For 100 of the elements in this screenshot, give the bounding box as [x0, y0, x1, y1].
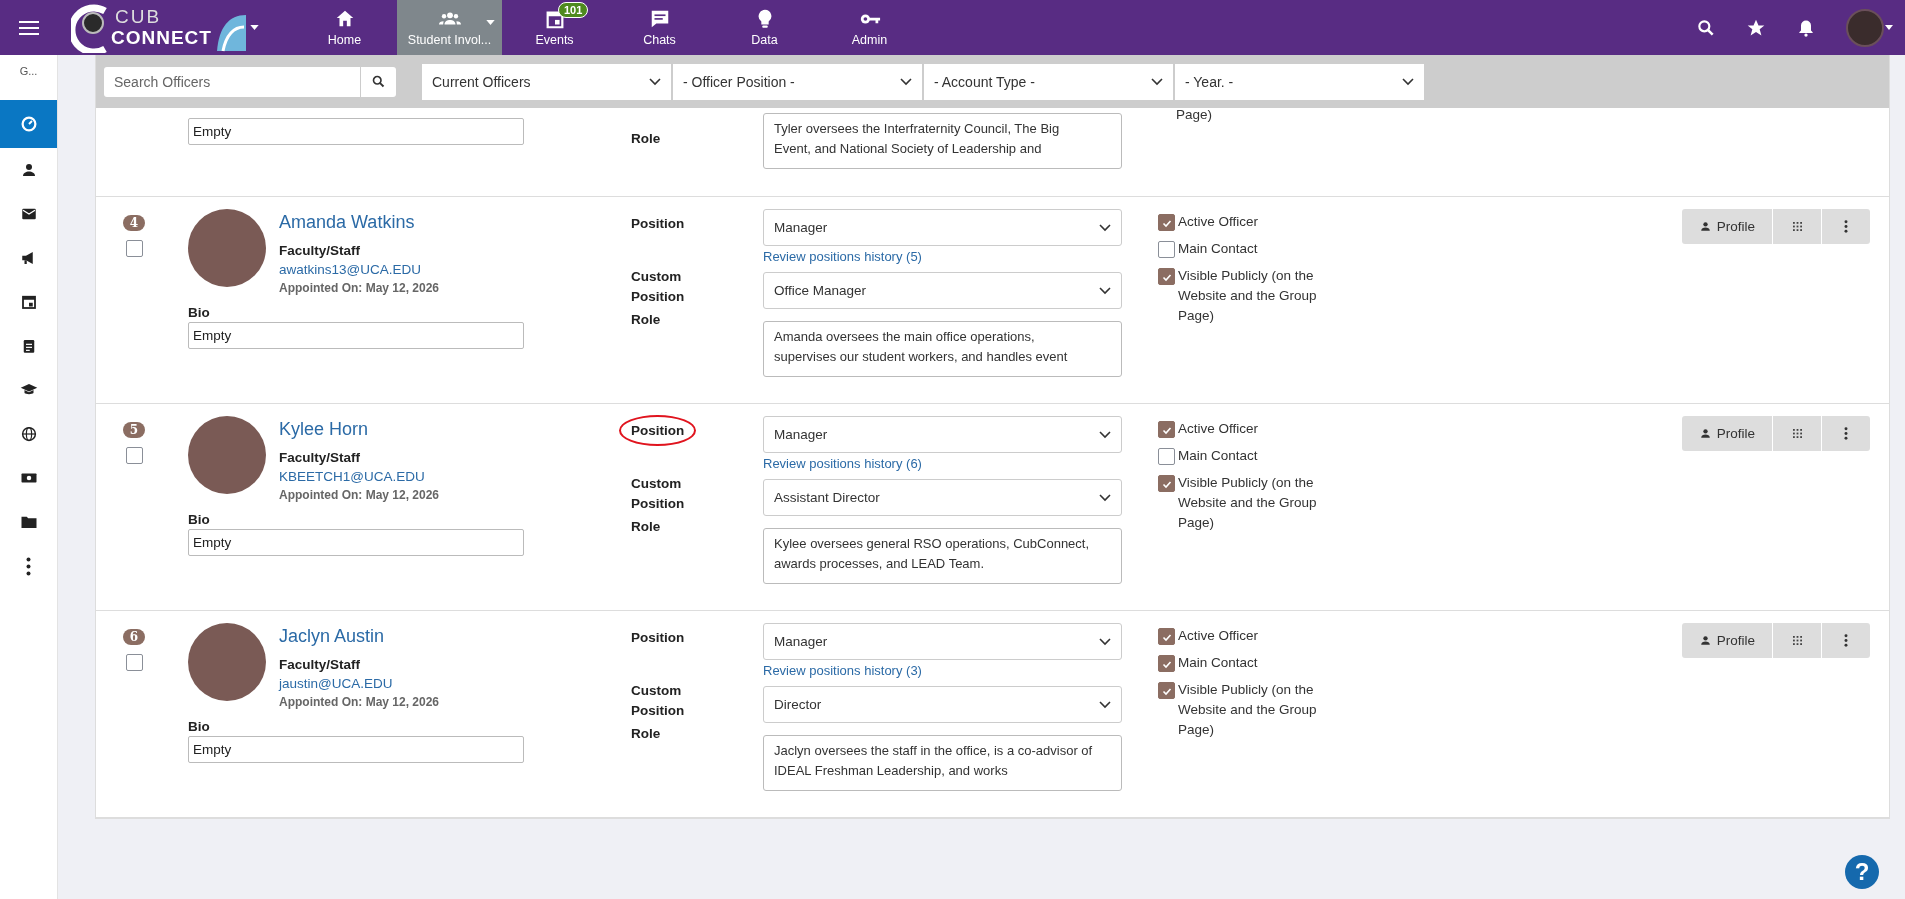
checkbox[interactable] [1158, 628, 1175, 645]
more-icon [1844, 634, 1848, 647]
chevron-icon [1099, 493, 1111, 502]
checkbox-label: Main Contact [1178, 240, 1258, 258]
role-field[interactable]: Kylee oversees general RSO operations, CubConnect, awards processes, and LEAD Team. [763, 528, 1122, 584]
custom-position-dropdown[interactable]: Office Manager [763, 272, 1122, 309]
account-type: Faculty/Staff [279, 657, 361, 672]
profile-button[interactable]: Profile [1682, 416, 1772, 451]
field-label: Role [631, 726, 662, 741]
checkbox-label: Page) [1176, 106, 1214, 124]
filter-dropdown[interactable]: - Year. - [1175, 63, 1424, 100]
number-badge: 4 [122, 215, 146, 231]
checkbox[interactable] [1158, 475, 1175, 492]
person-icon [1698, 220, 1712, 233]
field-label: Position [630, 629, 686, 647]
checkbox[interactable] [1158, 448, 1175, 465]
caret-icon[interactable] [1885, 25, 1893, 30]
calendar-icon [19, 293, 38, 311]
checkbox[interactable] [1158, 421, 1175, 438]
officer-name-link[interactable]: Jaclyn Austin [279, 626, 440, 647]
checkbox-label: Active Officer [1178, 213, 1259, 231]
grid-icon [1792, 636, 1802, 645]
search-button[interactable] [360, 66, 396, 97]
nav-tab[interactable]: Student Invol... [397, 0, 502, 55]
field-label: Custom Position [631, 268, 686, 306]
checkbox[interactable] [1158, 241, 1175, 258]
checkbox-label: Visible Publicly (on the Website and the Group Page) [1178, 474, 1318, 532]
row-checkbox[interactable] [125, 654, 143, 671]
position-dropdown[interactable]: Manager [763, 623, 1122, 660]
email-link[interactable]: KBEETCH1@UCA.EDU [279, 469, 440, 484]
nav-tab[interactable]: Home [292, 0, 397, 55]
history-link[interactable]: Review positions history (5) [763, 249, 1122, 264]
person-icon [1698, 634, 1712, 647]
caret-icon[interactable] [250, 25, 259, 30]
sidebar-label[interactable]: G... [0, 55, 57, 100]
email-link[interactable]: jaustin@UCA.EDU [279, 676, 440, 691]
field-label: Bio [188, 512, 211, 527]
grid-icon [1792, 222, 1802, 231]
chevron-icon [1099, 637, 1111, 646]
nav-tab[interactable]: Admin [817, 0, 922, 55]
gauge-icon [19, 115, 38, 133]
logo[interactable]: CUB CONNECT [71, 1, 246, 54]
chevron-icon [1099, 700, 1111, 709]
profile-button[interactable]: Profile [1682, 209, 1772, 244]
history-link[interactable]: Review positions history (6) [763, 456, 1122, 471]
more-icon [1844, 220, 1848, 233]
checkbox[interactable] [1158, 682, 1175, 699]
officer-name-link[interactable]: Amanda Watkins [279, 212, 440, 233]
chevron-icon [1402, 77, 1414, 86]
number-badge: 6 [122, 629, 146, 645]
search-icon[interactable] [1696, 17, 1716, 38]
field-label: Role [631, 312, 662, 327]
field-label: Role [631, 131, 662, 146]
history-link[interactable]: Review positions history (3) [763, 663, 1122, 678]
filter-dropdown[interactable]: - Account Type - [924, 63, 1173, 100]
bio-field[interactable]: Empty [188, 118, 524, 145]
appointed-date: Appointed On: May 12, 2026 [279, 281, 440, 295]
count-badge: 101 [558, 2, 589, 18]
position-dropdown[interactable]: Manager [763, 416, 1122, 453]
filter-dropdown[interactable]: - Officer Position - [673, 63, 922, 100]
search-field[interactable]: Search Officers [104, 66, 360, 97]
officer-name-link[interactable]: Kylee Horn [279, 419, 440, 440]
profile-button[interactable]: Profile [1682, 623, 1772, 658]
checkbox-label: Active Officer [1178, 627, 1259, 645]
custom-position-dropdown[interactable]: Assistant Director [763, 479, 1122, 516]
chevron-icon [649, 77, 661, 86]
field-label: Custom Position [631, 475, 686, 513]
checkbox[interactable] [1158, 268, 1175, 285]
account-type: Faculty/Staff [279, 243, 361, 258]
account-type: Faculty/Staff [279, 450, 361, 465]
filter-dropdown[interactable]: Current Officers [422, 63, 671, 100]
field-label: Bio [188, 719, 211, 734]
row-checkbox[interactable] [125, 240, 143, 257]
field-label: Custom Position [631, 682, 686, 720]
bio-field[interactable]: Empty [188, 736, 524, 763]
role-field[interactable]: Jaclyn oversees the staff in the office, is a co-advisor of IDEAL Freshman Leadership, and works [763, 735, 1122, 791]
email-link[interactable]: awatkins13@UCA.EDU [279, 262, 440, 277]
row-checkbox[interactable] [125, 447, 143, 464]
field-label: Bio [188, 305, 211, 320]
more-icon [1844, 427, 1848, 440]
chevron-icon [1099, 430, 1111, 439]
bio-field[interactable]: Empty [188, 529, 524, 556]
role-field[interactable]: Amanda oversees the main office operations, supervises our student workers, and handles event [763, 321, 1122, 377]
menu-icon[interactable] [19, 19, 39, 36]
position-dropdown[interactable]: Manager [763, 209, 1122, 246]
role-field[interactable]: Tyler oversees the Interfraternity Council, The Big Event, and National Society of Leadership and [763, 113, 1122, 169]
nav-tab[interactable]: Chats [607, 0, 712, 55]
checkbox-label: Visible Publicly (on the Website and the Group Page) [1178, 681, 1318, 739]
chevron-icon [1099, 223, 1111, 232]
custom-position-dropdown[interactable]: Director [763, 686, 1122, 723]
checkbox-label: Main Contact [1178, 654, 1258, 672]
checkbox-label: Active Officer [1178, 420, 1259, 438]
number-badge: 5 [122, 422, 146, 438]
nav-tab[interactable]: 101 Events [502, 0, 607, 55]
nav-tab[interactable]: Data [712, 0, 817, 55]
help-button[interactable]: ? [1845, 855, 1879, 889]
bio-field[interactable]: Empty [188, 322, 524, 349]
checkbox[interactable] [1158, 655, 1175, 672]
field-label: Role [631, 519, 662, 534]
checkbox[interactable] [1158, 214, 1175, 231]
